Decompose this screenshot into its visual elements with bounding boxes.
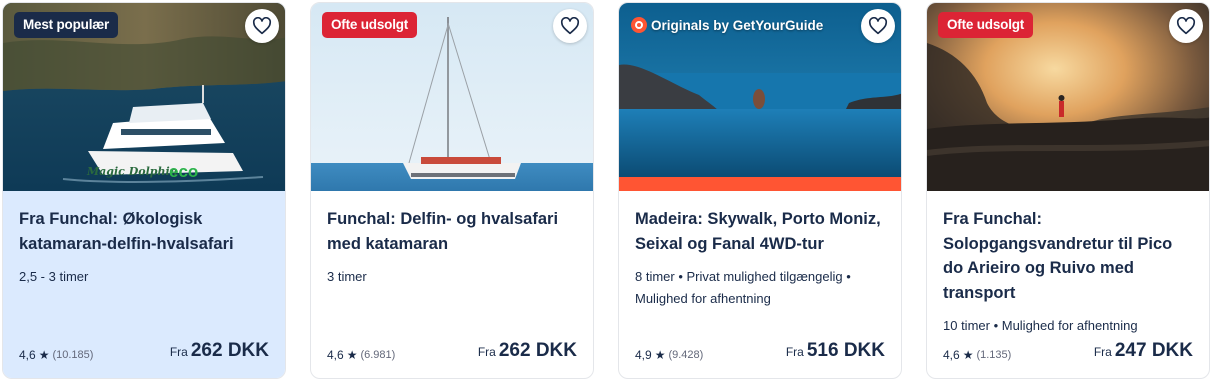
activity-meta: 10 timer • Mulighed for afhentning (943, 318, 1138, 333)
badge-most-popular: Mest populær (14, 12, 119, 38)
star-icon: ★ (962, 348, 974, 362)
activity-title[interactable]: Funchal: Delfin- og hvalsafari med katam… (327, 207, 577, 256)
price-amount: 247 DKK (1114, 340, 1193, 361)
getyourguide-logo (631, 17, 647, 33)
activity-meta: 2,5 - 3 timer (19, 269, 89, 284)
activity-card[interactable]: Originals by GetYourGuide Madeira: Skywa… (618, 2, 902, 379)
activity-meta: 3 timer (327, 269, 367, 284)
rating-value: 4,9 (635, 348, 652, 362)
activity-image: Ofte udsolgt (927, 3, 1209, 191)
badge-often-sold-out: Ofte udsolgt (322, 12, 418, 38)
activity-meta: 8 timer • Privat mulighed tilgængelig • … (635, 269, 851, 306)
originals-badge-text: Originals by GetYourGuide (651, 17, 824, 33)
price-amount: 262 DKK (190, 340, 269, 361)
activity-details: Fra Funchal: Solopgangsvandretur til Pic… (927, 191, 1209, 378)
rating: 4,6 ★ (1.135) (943, 348, 1011, 362)
activity-details: Madeira: Skywalk, Porto Moniz, Seixal og… (619, 191, 901, 378)
activity-cards-row: Magic Dolphin eco Mest populær Fra Funch… (0, 0, 1212, 383)
rating-value: 4,6 (327, 348, 344, 362)
price: Fra 247 DKK (1094, 340, 1193, 362)
price: Fra 262 DKK (478, 340, 577, 362)
wishlist-button[interactable] (553, 9, 587, 43)
activity-image: Magic Dolphin eco Mest populær (3, 3, 285, 191)
originals-badge: Originals by GetYourGuide (631, 17, 823, 33)
rating: 4,6 ★ (6.981) (327, 348, 395, 362)
price: Fra 262 DKK (170, 340, 269, 362)
price: Fra 516 DKK (786, 340, 885, 362)
wishlist-button[interactable] (245, 9, 279, 43)
activity-image: Ofte udsolgt (311, 3, 593, 191)
review-count: (10.185) (52, 349, 94, 361)
star-icon: ★ (38, 348, 50, 362)
activity-card[interactable]: Magic Dolphin eco Mest populær Fra Funch… (2, 2, 286, 379)
review-count: (9.428) (668, 349, 704, 361)
activity-footer: 4,6 ★ (1.135) Fra 247 DKK (943, 340, 1193, 362)
activity-card[interactable]: Ofte udsolgt Fra Funchal: Solopgangsvand… (926, 2, 1210, 379)
review-count: (1.135) (976, 349, 1012, 361)
star-icon: ★ (346, 348, 358, 362)
price-amount: 516 DKK (806, 340, 885, 361)
badge-often-sold-out: Ofte udsolgt (938, 12, 1034, 38)
activity-title[interactable]: Fra Funchal: Solopgangsvandretur til Pic… (943, 207, 1193, 305)
star-icon: ★ (654, 348, 666, 362)
activity-footer: 4,9 ★ (9.428) Fra 516 DKK (635, 340, 885, 362)
price-from-label: Fra (785, 345, 804, 359)
price-from-label: Fra (477, 345, 496, 359)
rating: 4,6 ★ (10.185) (19, 348, 93, 362)
wishlist-button[interactable] (1169, 9, 1203, 43)
heart-outline-icon (1176, 17, 1196, 35)
boat-name-text: Magic Dolphin (86, 165, 178, 178)
activity-title[interactable]: Fra Funchal: Økologisk katamaran-delfin-… (19, 207, 269, 256)
activity-details: Fra Funchal: Økologisk katamaran-delfin-… (3, 191, 285, 378)
heart-outline-icon (560, 17, 580, 35)
rating: 4,9 ★ (9.428) (635, 348, 703, 362)
activity-details: Funchal: Delfin- og hvalsafari med katam… (311, 191, 593, 378)
boat-eco-text: eco (169, 162, 198, 181)
price-from-label: Fra (169, 345, 188, 359)
review-count: (6.981) (360, 349, 396, 361)
activity-image: Originals by GetYourGuide (619, 3, 901, 191)
activity-footer: 4,6 ★ (6.981) Fra 262 DKK (327, 340, 577, 362)
rating-value: 4,6 (19, 348, 36, 362)
rating-value: 4,6 (943, 348, 960, 362)
price-from-label: Fra (1093, 345, 1112, 359)
heart-outline-icon (252, 17, 272, 35)
heart-outline-icon (868, 17, 888, 35)
activity-title[interactable]: Madeira: Skywalk, Porto Moniz, Seixal og… (635, 207, 885, 256)
activity-footer: 4,6 ★ (10.185) Fra 262 DKK (19, 340, 269, 362)
activity-card[interactable]: Ofte udsolgt Funchal: Delfin- og hvalsaf… (310, 2, 594, 379)
price-amount: 262 DKK (498, 340, 577, 361)
wishlist-button[interactable] (861, 9, 895, 43)
